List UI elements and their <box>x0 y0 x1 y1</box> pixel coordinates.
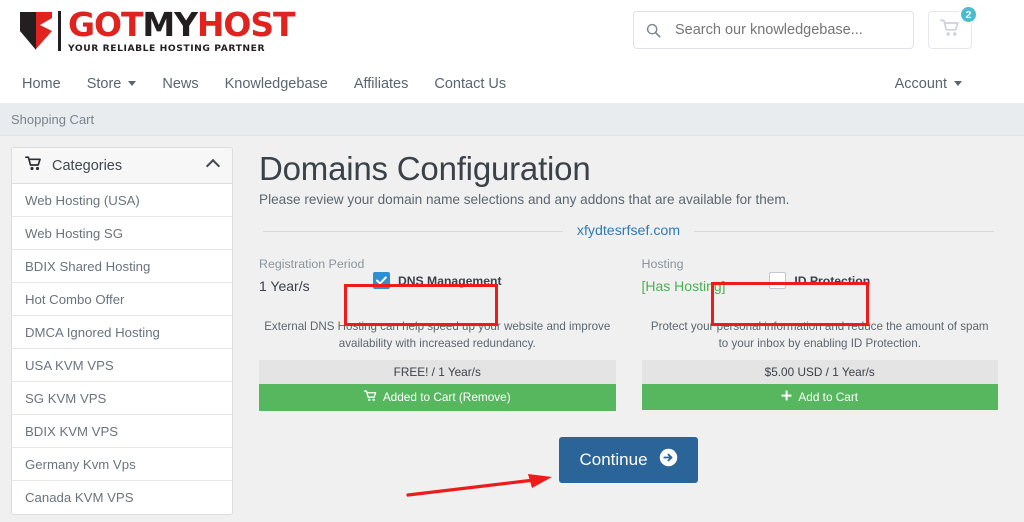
cart-button[interactable]: 2 <box>928 5 978 49</box>
arrow-circle-right-icon <box>659 448 678 472</box>
continue-row: Continue <box>259 436 998 483</box>
site-header: GOTMYHOST YOUR RELIABLE HOSTING PARTNER <box>0 0 1024 64</box>
nav-account[interactable]: Account <box>895 76 962 92</box>
search-box[interactable] <box>633 11 914 49</box>
nav-item-label: News <box>162 75 199 92</box>
sidebar-item-label: BDIX KVM VPS <box>25 423 119 439</box>
id-protection-label: ID Protection <box>794 273 871 288</box>
sidebar-item-web-hosting-usa[interactable]: Web Hosting (USA) <box>12 184 232 217</box>
cart-icon <box>25 155 42 176</box>
sidebar-item-label: Hot Combo Offer <box>25 291 125 307</box>
domain-name[interactable]: xfydtesrfsef.com <box>563 223 694 239</box>
dns-management-cart-button-label: Added to Cart (Remove) <box>382 390 511 405</box>
categories-sidebar: Categories Web Hosting (USA) Web Hosting… <box>11 147 233 515</box>
divider-line-right <box>694 230 995 232</box>
search-input[interactable] <box>673 21 901 39</box>
nav-item-home[interactable]: Home <box>22 76 61 92</box>
dns-management-cart-button[interactable]: Added to Cart (Remove) <box>259 383 616 411</box>
logo-text: GOTMYHOST YOUR RELIABLE HOSTING PARTNER <box>68 5 296 54</box>
hosting-column: Hosting [Has Hosting] ID Protection Prot… <box>641 257 999 411</box>
shopping-cart-icon <box>939 19 960 42</box>
id-protection-description: Protect your personal information and re… <box>650 320 989 351</box>
divider-line-left <box>262 230 563 232</box>
sidebar-item-germany-kvm-vps[interactable]: Germany Kvm Vps <box>12 448 232 481</box>
account-label: Account <box>894 75 947 92</box>
annotation-arrow-to-continue <box>406 474 552 497</box>
nav-item-news[interactable]: News <box>162 76 198 92</box>
nav-item-label: Store <box>86 75 122 92</box>
categories-header[interactable]: Categories <box>12 148 232 184</box>
chevron-down-icon <box>128 81 137 86</box>
cart-icon <box>363 390 377 405</box>
nav-item-label: Knowledgebase <box>224 75 328 92</box>
sidebar-item-dmca-ignored-hosting[interactable]: DMCA Ignored Hosting <box>12 316 232 349</box>
dns-management-price: FREE! / 1 Year/s <box>259 359 616 384</box>
id-protection-checkbox[interactable]: ID Protection <box>642 272 999 289</box>
page-root: GOTMYHOST YOUR RELIABLE HOSTING PARTNER <box>0 0 1024 522</box>
sidebar-item-label: Canada KVM VPS <box>25 490 134 505</box>
nav-item-label: Contact Us <box>434 75 507 92</box>
nav-item-store[interactable]: Store <box>87 76 137 92</box>
main-panel: Domains Configuration Please review your… <box>233 136 1024 522</box>
sidebar-item-label: DMCA Ignored Hosting <box>25 324 160 340</box>
nav-items: Home Store News Knowledgebase Affiliates… <box>0 76 532 92</box>
sidebar-item-label: SG KVM VPS <box>25 390 107 406</box>
continue-button-label: Continue <box>579 449 648 469</box>
sidebar-item-bdix-shared-hosting[interactable]: BDIX Shared Hosting <box>12 250 232 283</box>
nav-item-contact-us[interactable]: Contact Us <box>434 76 506 92</box>
id-protection-cart-button-label: Add to Cart <box>798 389 859 404</box>
logo-word-host: HOST <box>196 5 296 44</box>
sidebar-item-hot-combo-offer[interactable]: Hot Combo Offer <box>12 283 232 316</box>
checkbox-checked-icon[interactable] <box>372 272 390 289</box>
main-navigation: Home Store News Knowledgebase Affiliates… <box>0 64 1024 104</box>
nav-item-label: Home <box>22 75 61 92</box>
logo-word-got: GOT <box>68 5 143 44</box>
checkbox-unchecked-icon[interactable] <box>769 272 787 289</box>
sidebar-item-web-hosting-sg[interactable]: Web Hosting SG <box>12 217 232 250</box>
dns-management-description: External DNS Hosting can help speed up y… <box>264 320 611 351</box>
page-content: Categories Web Hosting (USA) Web Hosting… <box>0 136 1024 522</box>
breadcrumb: Shopping Cart <box>0 104 1024 136</box>
search-icon <box>646 23 661 38</box>
plus-icon <box>781 390 792 404</box>
nav-item-affiliates[interactable]: Affiliates <box>354 76 409 92</box>
sidebar-item-sg-kvm-vps[interactable]: SG KVM VPS <box>12 382 232 415</box>
nav-item-knowledgebase[interactable]: Knowledgebase <box>225 76 328 92</box>
sidebar-item-usa-kvm-vps[interactable]: USA KVM VPS <box>12 349 232 382</box>
site-logo[interactable]: GOTMYHOST YOUR RELIABLE HOSTING PARTNER <box>18 4 296 58</box>
sidebar-item-label: Web Hosting SG <box>25 225 123 241</box>
logo-mark-icon <box>18 9 54 53</box>
domain-divider: xfydtesrfsef.com <box>259 223 998 239</box>
page-title: Domains Configuration <box>259 150 591 187</box>
id-protection-price: $5.00 USD / 1 Year/s <box>641 359 998 384</box>
logo-tagline: YOUR RELIABLE HOSTING PARTNER <box>68 43 266 54</box>
chevron-up-icon[interactable] <box>205 158 221 174</box>
categories-title: Categories <box>52 157 123 174</box>
nav-item-label: Affiliates <box>353 75 409 92</box>
account-menu[interactable]: Account <box>895 76 962 92</box>
logo-word-my: MY <box>142 5 198 44</box>
registration-column: Registration Period 1 Year/s DNS Managem… <box>259 257 616 411</box>
sidebar-item-canada-kvm-vps[interactable]: Canada KVM VPS <box>12 481 232 514</box>
hosting-label: Hosting <box>641 257 684 271</box>
sidebar-item-bdix-kvm-vps[interactable]: BDIX KVM VPS <box>12 415 232 448</box>
addons-columns: Registration Period 1 Year/s DNS Managem… <box>259 257 998 411</box>
sidebar-item-label: Germany Kvm Vps <box>25 456 136 472</box>
sidebar-item-label: BDIX Shared Hosting <box>25 258 151 274</box>
dns-management-checkbox-row: DNS Management <box>259 272 616 312</box>
cart-badge: 2 <box>959 5 978 24</box>
page-subtitle: Please review your domain name selection… <box>259 192 790 207</box>
chevron-down-icon <box>954 81 962 86</box>
logo-divider <box>58 11 61 51</box>
registration-period-label: Registration Period <box>259 257 365 271</box>
continue-button[interactable]: Continue <box>559 436 698 483</box>
dns-management-checkbox[interactable]: DNS Management <box>259 272 616 289</box>
sidebar-item-label: USA KVM VPS <box>25 357 114 373</box>
sidebar-item-label: Web Hosting (USA) <box>25 192 140 208</box>
id-protection-cart-button[interactable]: Add to Cart <box>641 383 998 410</box>
breadcrumb-item-shopping-cart[interactable]: Shopping Cart <box>11 112 94 127</box>
dns-management-label: DNS Management <box>397 273 502 288</box>
